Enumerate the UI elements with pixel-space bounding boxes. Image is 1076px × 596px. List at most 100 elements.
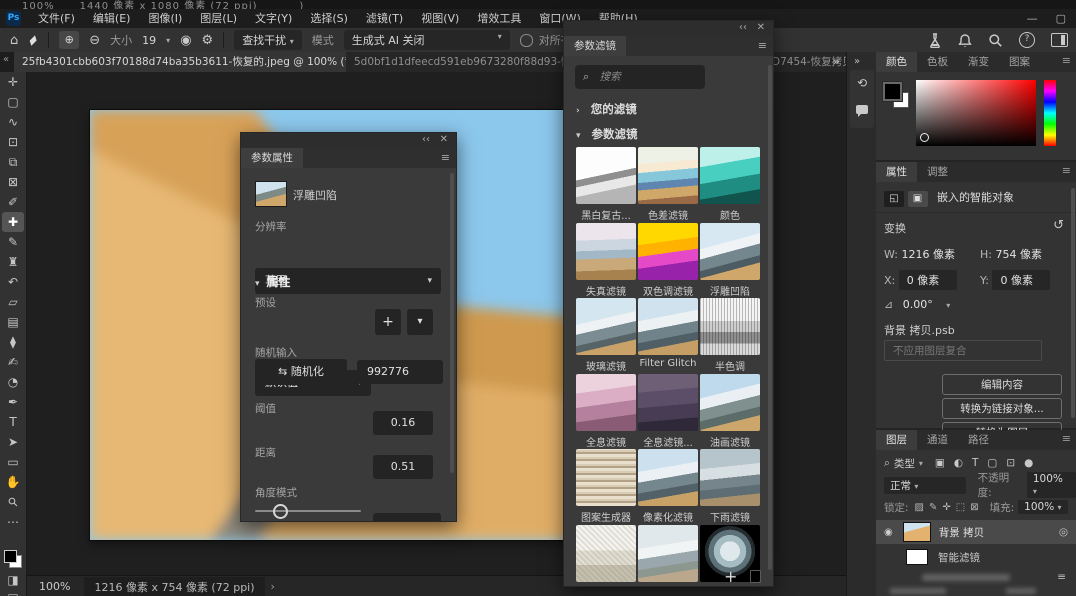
angle-value[interactable]: 0.00°	[903, 298, 933, 311]
tool-button[interactable]: T	[2, 412, 24, 432]
filter-thumbnail[interactable]	[576, 223, 636, 280]
tool-button[interactable]: ▱	[2, 292, 24, 312]
tool-button[interactable]: ⧫	[2, 332, 24, 352]
gear-icon[interactable]: ⚙	[202, 33, 214, 48]
lock-all-icon[interactable]: ⊠	[970, 502, 978, 513]
x-field[interactable]: 0 像素	[899, 270, 957, 290]
reset-transform-icon[interactable]: ↺	[1053, 218, 1064, 233]
filter-item[interactable]: 双色调滤镜	[638, 223, 698, 298]
lock-transparent-icon[interactable]: ▨	[915, 502, 924, 513]
filter-item[interactable]: 失真滤镜	[576, 223, 636, 298]
foreground-color-swatch[interactable]	[883, 82, 902, 101]
distance-value-field[interactable]: 0.51	[373, 455, 433, 479]
tool-button[interactable]: ⊡	[2, 132, 24, 152]
collapse-tabs-icon[interactable]: «	[3, 54, 9, 65]
threshold-value-field[interactable]: 0.16	[373, 411, 433, 435]
layer-row-selected[interactable]: ◉ 背景 拷贝 ◎	[876, 520, 1076, 544]
filter-smart-icon[interactable]: ⊡	[1006, 457, 1015, 469]
filter-item[interactable]: 黑白复古...	[576, 147, 636, 222]
layer-thumbnail[interactable]	[903, 522, 931, 542]
tool-button[interactable]: ⊠	[2, 172, 24, 192]
tab-swatches[interactable]: 色板	[917, 52, 958, 72]
tool-button[interactable]: ➤	[2, 432, 24, 452]
panel-menu-icon[interactable]: ≡	[758, 39, 767, 52]
saturation-brightness-field[interactable]	[916, 80, 1036, 146]
tool-button[interactable]: ◔	[2, 372, 24, 392]
fill-value[interactable]: 100% ▾	[1018, 500, 1067, 514]
filter-thumbnail[interactable]	[576, 374, 636, 431]
zoom-level[interactable]: 100%	[39, 580, 70, 593]
filter-thumbnail[interactable]	[700, 449, 760, 506]
quick-mask-icon[interactable]: ◨	[2, 570, 24, 590]
tab-layers[interactable]: 图层	[876, 430, 917, 450]
tool-button[interactable]: ✛	[2, 72, 24, 92]
size-caret-icon[interactable]: ▾	[166, 36, 170, 45]
close-panel-icon[interactable]: ✕	[757, 22, 765, 33]
panel-scrollbar[interactable]	[1071, 188, 1075, 418]
smart-filters-row[interactable]: 智能滤镜	[876, 548, 1076, 566]
notifications-bell-icon[interactable]	[958, 33, 972, 48]
filter-thumbnail[interactable]	[638, 147, 698, 204]
status-arrow-icon[interactable]: ›	[271, 580, 275, 593]
blur-field-clipped[interactable]	[373, 513, 441, 522]
panel-scrollbar[interactable]	[768, 65, 772, 570]
tool-button[interactable]: ✚	[2, 212, 24, 232]
lock-paint-icon[interactable]: ✎	[929, 502, 937, 513]
parametric-filters-section[interactable]: ▾ 参数滤镜	[576, 126, 638, 142]
filter-item[interactable]: 油画滤镜	[700, 374, 760, 449]
menu-item[interactable]: 文件(F)	[29, 9, 84, 28]
filter-thumbnail[interactable]	[576, 525, 636, 582]
add-brush-icon[interactable]: ⊕	[59, 31, 79, 49]
tool-button[interactable]: ▭	[2, 452, 24, 472]
filter-pixel-icon[interactable]: ▣	[935, 457, 945, 469]
tool-button[interactable]: ∿	[2, 112, 24, 132]
add-preset-button[interactable]: +	[375, 309, 401, 335]
y-field[interactable]: 0 像素	[992, 270, 1050, 290]
fg-bg-swatches[interactable]	[883, 82, 909, 108]
history-panel-icon[interactable]: ⟲	[850, 70, 874, 96]
lock-artboard-icon[interactable]: ⬚	[956, 502, 965, 513]
filter-thumbnail[interactable]	[700, 223, 760, 280]
filter-thumbnail[interactable]	[700, 147, 760, 204]
randomize-button[interactable]: ⇆ 随机化	[255, 359, 347, 385]
document-tab-active[interactable]: 25fb4301cbb603f70188d74ba35b3611-恢复的.jpe…	[14, 52, 348, 72]
menu-item[interactable]: 滤镜(T)	[357, 9, 412, 28]
opacity-value[interactable]: 100% ▾	[1027, 472, 1076, 498]
filter-item[interactable]: 全息滤镜	[576, 374, 636, 449]
filter-thumbnail[interactable]	[638, 223, 698, 280]
hue-slider[interactable]	[1044, 80, 1056, 146]
filter-item[interactable]: 玻璃滤镜	[576, 298, 636, 373]
generative-ai-select[interactable]: 生成式 AI 关闭▾	[344, 30, 510, 50]
filter-item[interactable]: 颜色	[700, 147, 760, 222]
find-distractions-button[interactable]: 查找干扰 ▾	[234, 30, 302, 50]
mask-chip-icon[interactable]: ▣	[908, 191, 928, 207]
filter-item[interactable]: 图案生成器	[576, 449, 636, 524]
filter-item[interactable]: 下雨滤镜	[700, 449, 760, 524]
menu-item[interactable]: 选择(S)	[301, 9, 357, 28]
blend-mode-select[interactable]: 正常 ▾	[884, 477, 966, 494]
angle-caret-icon[interactable]: ▾	[946, 301, 950, 310]
color-picker-ring[interactable]	[920, 133, 929, 142]
close-panel-icon[interactable]: ✕	[440, 134, 448, 145]
filter-thumbnail[interactable]	[638, 449, 698, 506]
threshold-slider[interactable]	[255, 510, 361, 512]
search-icon[interactable]	[988, 33, 1003, 48]
foreground-color-swatch[interactable]	[4, 550, 17, 563]
menu-item[interactable]: 增效工具	[468, 9, 530, 28]
filter-type-label[interactable]: 类型	[894, 456, 915, 471]
filter-type-text-icon[interactable]: T	[972, 457, 978, 469]
filter-item[interactable]: 雪景滤镜	[638, 525, 698, 588]
subtract-brush-icon[interactable]: ⊖	[89, 33, 100, 48]
minimize-button[interactable]: —	[1027, 9, 1038, 28]
panel-menu-icon[interactable]: ≡	[1062, 54, 1071, 67]
smart-filter-entry-blurred[interactable]: ≡	[876, 570, 1076, 584]
filter-item[interactable]: 浮雕凹陷	[700, 223, 760, 298]
filter-toggle-icon[interactable]: ●	[1024, 457, 1033, 469]
brush-preview-icon[interactable]: ◉	[180, 33, 191, 48]
filter-thumbnail[interactable]	[576, 298, 636, 355]
menu-item[interactable]: 视图(V)	[412, 9, 468, 28]
filter-item[interactable]: 半色调	[700, 298, 760, 373]
filter-thumbnail[interactable]	[638, 525, 698, 582]
visibility-eye-icon[interactable]: ◉	[884, 527, 893, 538]
restore-button[interactable]: ▢	[1056, 9, 1066, 28]
